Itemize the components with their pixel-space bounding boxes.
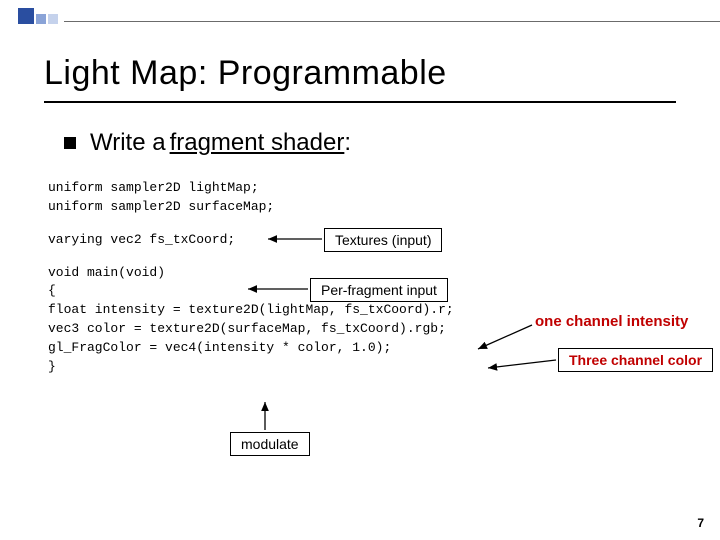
bullet-suffix: : xyxy=(344,129,351,157)
label-textures: Textures (input) xyxy=(324,228,442,252)
bullet-underline: fragment shader xyxy=(170,129,345,157)
page-number: 7 xyxy=(697,516,704,530)
bullet-prefix: Write a xyxy=(90,129,166,157)
slide-title: Light Map: Programmable xyxy=(0,26,720,101)
top-rule xyxy=(64,21,720,22)
label-three-channel: Three channel color xyxy=(558,348,713,372)
bullet-square-icon xyxy=(64,137,76,149)
label-modulate: modulate xyxy=(230,432,310,456)
deco-square-light xyxy=(48,14,58,24)
slide-top-decoration xyxy=(0,0,720,26)
code-line: uniform sampler2D surfaceMap; xyxy=(48,198,720,217)
code-line: uniform sampler2D lightMap; xyxy=(48,179,720,198)
deco-square-med xyxy=(36,14,46,24)
title-rule xyxy=(44,101,676,103)
bullet-line: Write a fragment shader : xyxy=(0,129,720,157)
label-one-channel: one channel intensity xyxy=(535,313,688,330)
label-perfragment: Per-fragment input xyxy=(310,278,448,302)
deco-square-large xyxy=(18,8,34,24)
